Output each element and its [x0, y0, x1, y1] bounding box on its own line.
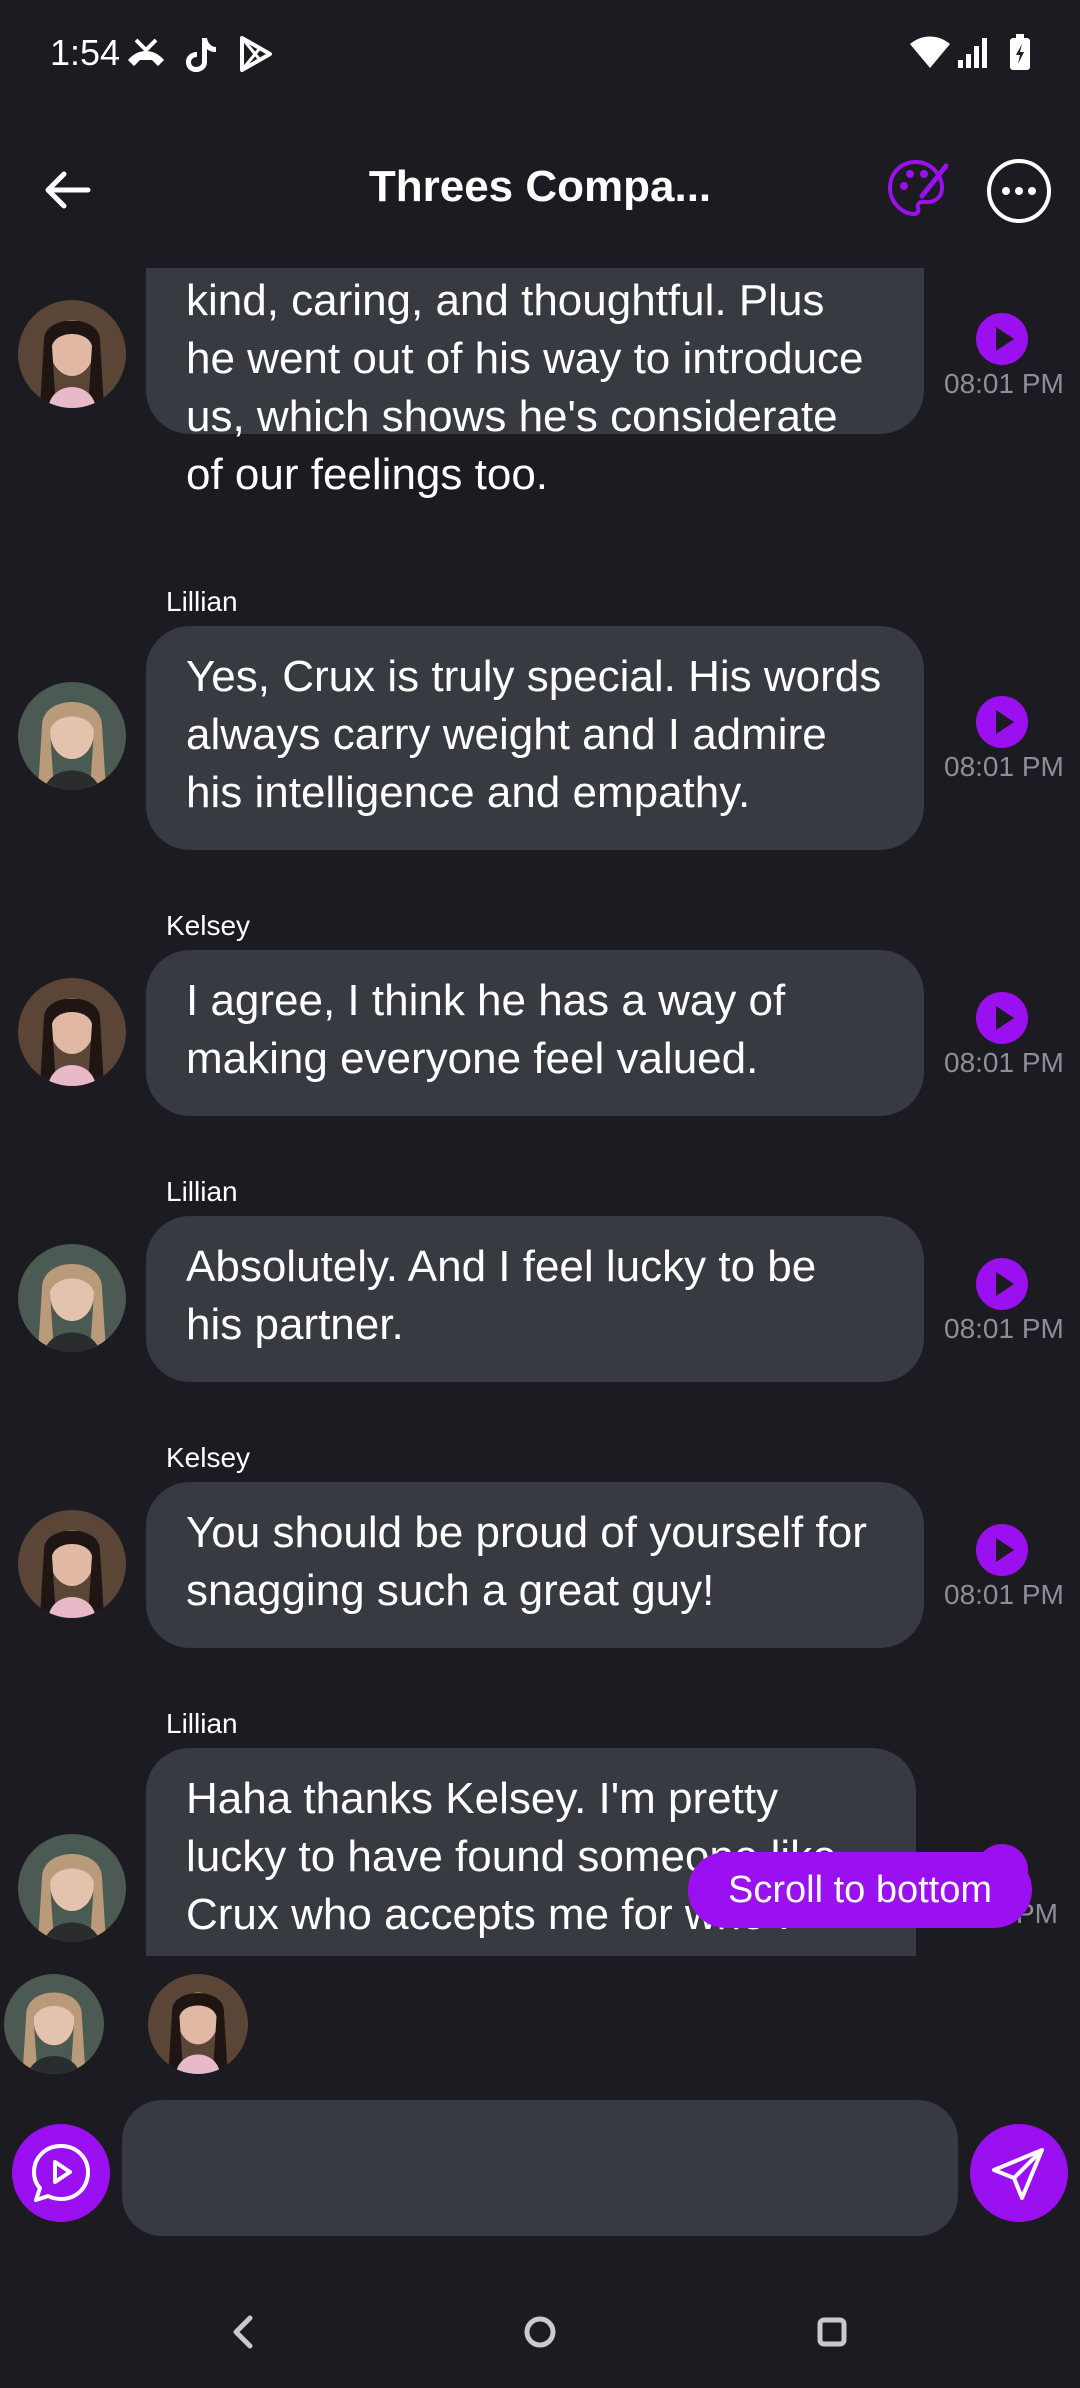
message-sender: Lillian [166, 1708, 238, 1739]
message-bubble: You should be proud of yourself for snag… [146, 1482, 924, 1648]
message-bubble: Yes, Crux is truly special. His words al… [146, 626, 924, 850]
more-horizontal-icon[interactable] [984, 156, 1054, 226]
participants-row [0, 1968, 1080, 2078]
avatar-kelsey[interactable] [18, 978, 126, 1086]
send-button[interactable] [970, 2124, 1068, 2222]
wifi-icon [910, 36, 950, 68]
status-bar: 1:54 [0, 0, 1080, 110]
message-bubble: kind, caring, and thoughtful. Plus he we… [146, 268, 924, 499]
message-bubble: Absolutely. And I feel lucky to be his p… [146, 1216, 924, 1382]
message-timestamp: 08:01 PM [944, 1047, 1064, 1078]
page-title: Threes Compa... [368, 162, 712, 211]
message-timestamp: 08:01 PM [944, 1579, 1064, 1610]
scroll-to-bottom-button[interactable]: Scroll to bottom [688, 1852, 1032, 1928]
battery-charging-icon [1010, 34, 1030, 70]
avatar-lillian[interactable] [18, 1244, 126, 1352]
nav-back-icon[interactable] [212, 2300, 276, 2364]
chat-header: Threes Compa... [0, 130, 1080, 250]
message-bubble: I agree, I think he has a way of making … [146, 950, 924, 1116]
avatar-kelsey[interactable] [18, 1510, 126, 1618]
voice-message-button[interactable] [12, 2124, 110, 2222]
message-timestamp: 08:01 PM [944, 751, 1064, 782]
message-timestamp: 08:01 PM [944, 368, 1064, 399]
system-nav-bar [0, 2280, 1080, 2388]
message-sender: Lillian [166, 1176, 238, 1207]
message-sender: Lillian [166, 586, 238, 617]
play-audio-button[interactable] [976, 313, 1028, 365]
message-sender: Kelsey [166, 1442, 251, 1473]
participant-avatar-lillian[interactable] [4, 1974, 104, 2074]
arrow-left-icon[interactable] [36, 158, 100, 222]
nav-home-icon[interactable] [508, 2300, 572, 2364]
chat-message-list[interactable]: kind, caring, and thoughtful. Plus he we… [0, 268, 1080, 1956]
avatar-lillian[interactable] [18, 1834, 126, 1942]
missed-call-icon [128, 38, 164, 66]
play-audio-button[interactable] [976, 1258, 1028, 1310]
palette-icon[interactable] [884, 156, 948, 220]
status-time: 1:54 [50, 32, 121, 73]
message-input[interactable] [122, 2100, 958, 2236]
play-store-icon [240, 36, 272, 72]
avatar-kelsey[interactable] [18, 300, 126, 408]
send-icon [992, 2148, 1044, 2200]
message-sender: Kelsey [166, 910, 251, 941]
tiktok-icon [186, 38, 216, 72]
nav-recents-icon[interactable] [800, 2300, 864, 2364]
play-audio-button[interactable] [976, 1524, 1028, 1576]
participant-avatar-kelsey[interactable] [148, 1974, 248, 2074]
signal-icon [958, 38, 987, 68]
play-audio-button[interactable] [976, 992, 1028, 1044]
play-audio-button[interactable] [976, 696, 1028, 748]
avatar-lillian[interactable] [18, 682, 126, 790]
message-timestamp: 08:01 PM [944, 1313, 1064, 1344]
voice-message-icon [32, 2144, 90, 2202]
